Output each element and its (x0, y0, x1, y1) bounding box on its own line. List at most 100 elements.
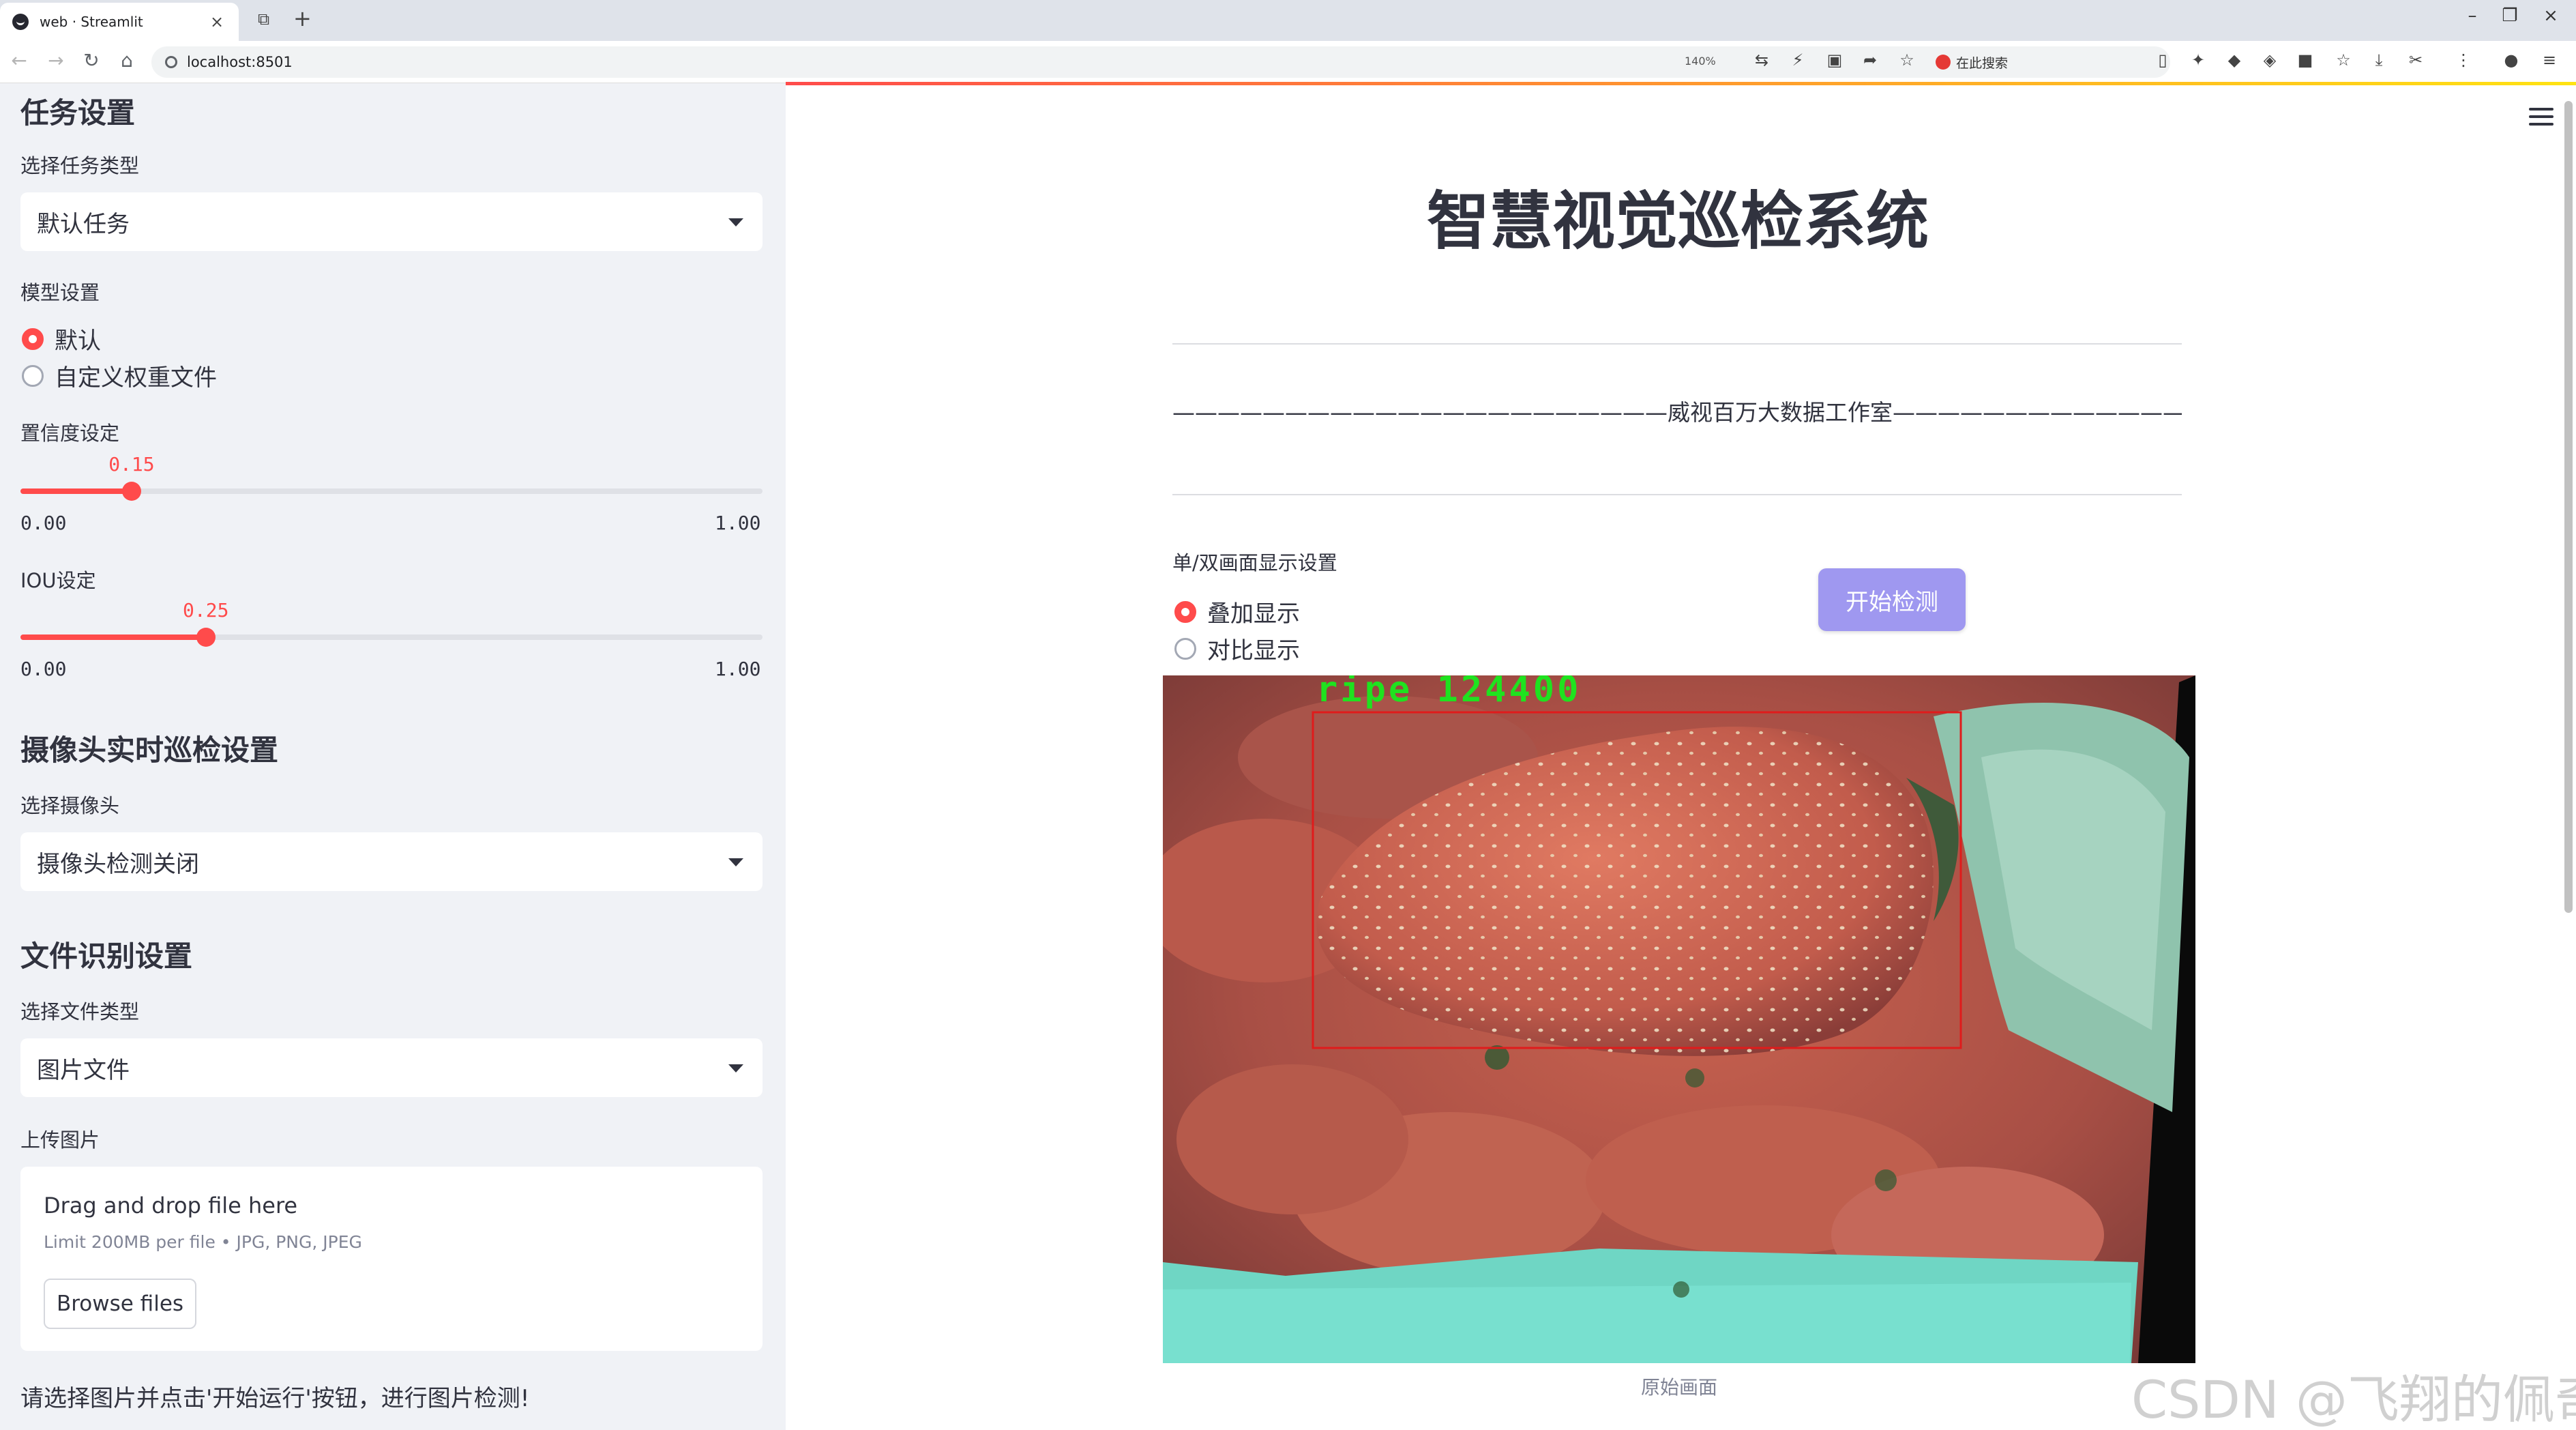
divider (1172, 343, 2182, 345)
confidence-min: 0.00 (20, 512, 67, 534)
camera-value: 摄像头检测关闭 (37, 850, 199, 878)
slider-thumb[interactable] (196, 628, 216, 647)
model-radio-default[interactable]: 默认 (22, 322, 101, 355)
browser-tab[interactable]: web · Streamlit × (0, 3, 239, 41)
radio-unselected-icon[interactable] (22, 364, 44, 387)
minimize-icon[interactable]: – (2459, 5, 2486, 26)
decoration-bar (786, 82, 2576, 85)
new-tab-icon[interactable]: + (293, 5, 312, 31)
maximize-icon[interactable]: ❐ (2496, 5, 2523, 26)
file-uploader-dropzone[interactable]: Drag and drop file here Limit 200MB per … (20, 1167, 763, 1351)
radio-unselected-icon[interactable] (1174, 637, 1196, 660)
display-radio-compare[interactable]: 对比显示 (1174, 632, 1300, 665)
forward-icon[interactable]: → (42, 49, 70, 72)
subtitle: ——————————————————————威视百万大数据工作室————————… (1172, 399, 2182, 426)
download-icon[interactable]: ⤓ (2367, 50, 2391, 70)
extension-4-icon[interactable]: ■ (2293, 50, 2318, 70)
back-icon[interactable]: ← (5, 49, 33, 72)
model-option-label: 默认 (55, 327, 101, 355)
task-settings-heading: 任务设置 (20, 96, 136, 130)
browse-files-button[interactable]: Browse files (44, 1279, 196, 1329)
close-window-icon[interactable]: × (2537, 5, 2564, 26)
upload-limit: Limit 200MB per file • JPG, PNG, JPEG (44, 1232, 362, 1252)
model-option-label: 自定义权重文件 (55, 364, 217, 392)
camera-label: 选择摄像头 (20, 794, 120, 817)
url-text: localhost:8501 (187, 54, 293, 70)
start-detection-button[interactable]: 开始检测 (1818, 568, 1966, 631)
favorite-icon[interactable]: ☆ (1895, 50, 1919, 70)
model-radio-custom[interactable]: 自定义权重文件 (22, 359, 217, 392)
csdn-watermark: CSDN @飞翔的佩奇 (2131, 1369, 2576, 1430)
radio-selected-icon[interactable] (1174, 600, 1196, 623)
display-mode-label: 单/双画面显示设置 (1172, 551, 1337, 574)
lightning-icon[interactable]: ⚡ (1786, 50, 1810, 70)
bookmarks-icon[interactable]: ☆ (2331, 50, 2356, 70)
phone-icon[interactable]: ▯ (2150, 50, 2175, 70)
detection-image: ripe 124400 (1163, 675, 2195, 1363)
strawberry-photo: ripe 124400 (1163, 675, 2195, 1363)
image-caption: 原始画面 (1640, 1376, 1717, 1399)
browser-tab-bar: web · Streamlit × ⧉ + – ❐ × (0, 0, 2576, 41)
divider (1172, 494, 2182, 495)
upload-title: Drag and drop file here (44, 1193, 298, 1219)
confidence-label: 置信度设定 (20, 422, 120, 445)
streamlit-favicon-icon (12, 14, 29, 30)
share-icon[interactable]: ➦ (1858, 50, 1882, 70)
display-radio-overlay[interactable]: 叠加显示 (1174, 595, 1300, 628)
upload-label: 上传图片 (20, 1128, 100, 1152)
sidebar: 任务设置 选择任务类型 默认任务 模型设置 默认 自定义权重文件 置信度设定 0… (0, 83, 786, 1430)
close-tab-icon[interactable]: × (207, 12, 226, 31)
task-type-label: 选择任务类型 (20, 154, 140, 177)
profile-avatar-icon[interactable]: ● (2499, 50, 2523, 70)
file-settings-heading: 文件识别设置 (20, 939, 193, 973)
confidence-max: 1.00 (715, 512, 761, 534)
extension-icon[interactable]: ✦ (2186, 50, 2210, 70)
search-engine-icon (1936, 55, 1951, 70)
radio-selected-icon[interactable] (22, 327, 44, 350)
extension-3-icon[interactable]: ◈ (2257, 50, 2282, 70)
chevron-down-icon (728, 858, 743, 866)
chevron-down-icon (728, 218, 743, 227)
more-icon[interactable]: ⋮ (2451, 50, 2476, 70)
camera-select[interactable]: 摄像头检测关闭 (20, 832, 763, 891)
model-settings-label: 模型设置 (20, 281, 100, 304)
iou-min: 0.00 (20, 658, 67, 680)
file-type-label: 选择文件类型 (20, 1000, 140, 1023)
page-title: 智慧视觉巡检系统 (1426, 185, 1929, 258)
iou-slider[interactable] (20, 628, 763, 647)
iou-max: 1.00 (715, 658, 761, 680)
confidence-slider[interactable] (20, 482, 763, 501)
slider-fill (20, 488, 132, 494)
display-option-label: 叠加显示 (1207, 600, 1300, 628)
reload-icon[interactable]: ↻ (78, 49, 105, 72)
home-icon[interactable]: ⌂ (113, 49, 140, 72)
tab-title: web · Streamlit (40, 14, 143, 30)
scrollbar[interactable] (2564, 101, 2573, 913)
sidebar-hint: 请选择图片并点击'开始运行'按钮，进行图片检测! (20, 1385, 530, 1412)
detection-label: ripe 124400 (1316, 675, 1581, 710)
task-type-value: 默认任务 (37, 210, 130, 238)
slider-thumb[interactable] (122, 482, 142, 501)
confidence-value: 0.15 (108, 453, 155, 476)
chevron-down-icon (728, 1064, 743, 1072)
display-option-label: 对比显示 (1207, 637, 1300, 665)
app-menu-icon[interactable] (2529, 108, 2553, 126)
iou-label: IOU设定 (20, 569, 96, 592)
translate-icon[interactable]: ⇆ (1749, 50, 1774, 70)
file-type-select[interactable]: 图片文件 (20, 1038, 763, 1097)
screenshot-icon[interactable]: ▣ (1822, 50, 1847, 70)
browser-toolbar: ← → ↻ ⌂ localhost:8501 140% ⇆ ⚡ ▣ ➦ ☆ 在此… (0, 41, 2576, 83)
camera-settings-heading: 摄像头实时巡检设置 (20, 733, 279, 767)
slider-fill (20, 634, 206, 640)
search-placeholder: 在此搜索 (1956, 55, 2009, 71)
search-box[interactable]: 在此搜索 (1936, 50, 2008, 74)
file-type-value: 图片文件 (37, 1056, 130, 1084)
zoom-level[interactable]: 140% (1685, 55, 1716, 68)
iou-value: 0.25 (183, 599, 229, 622)
site-info-icon[interactable] (165, 56, 177, 68)
task-type-select[interactable]: 默认任务 (20, 192, 763, 251)
extension-2-icon[interactable]: ◆ (2222, 50, 2247, 70)
menu-icon[interactable]: ≡ (2537, 50, 2562, 70)
tab-groups-icon[interactable]: ⧉ (258, 10, 269, 29)
cut-icon[interactable]: ✂ (2403, 50, 2428, 70)
